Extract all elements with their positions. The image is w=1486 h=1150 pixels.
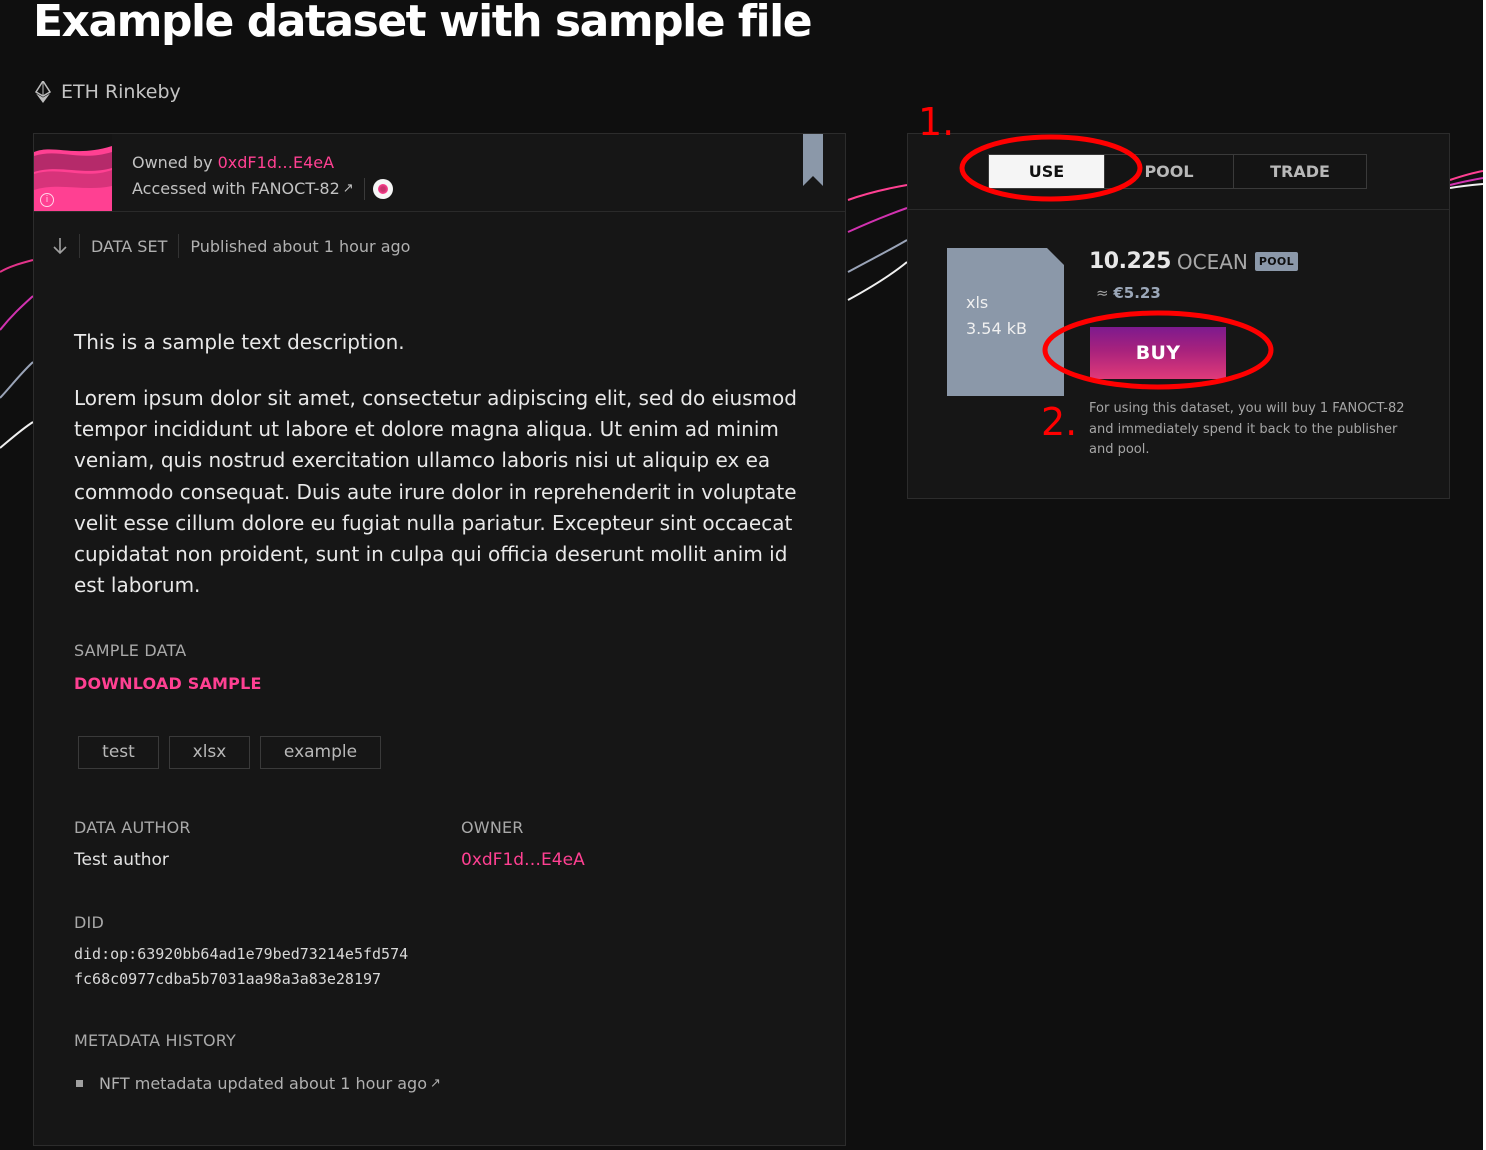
tab-trade[interactable]: TRADE bbox=[1233, 155, 1366, 188]
network-indicator: ETH Rinkeby bbox=[35, 81, 181, 103]
external-link-icon: ↗ bbox=[430, 1076, 441, 1091]
owner-label: OWNER bbox=[461, 818, 524, 837]
page: Example dataset with sample file ETH Rin… bbox=[0, 0, 1483, 1150]
accessed-with-label: Accessed with bbox=[132, 179, 246, 198]
fiat-value: €5.23 bbox=[1113, 284, 1161, 302]
arrow-down-icon bbox=[53, 238, 67, 255]
tab-bar: USE POOL TRADE bbox=[908, 134, 1449, 210]
tab-use[interactable]: USE bbox=[989, 155, 1104, 188]
owner-address-link[interactable]: 0xdF1d…E4eA bbox=[218, 153, 334, 172]
pool-badge: POOL bbox=[1254, 252, 1298, 271]
asset-meta: DATA SET Published about 1 hour ago bbox=[52, 234, 410, 258]
datatoken-link[interactable]: FANOCT-82 bbox=[251, 176, 340, 202]
annotation-step-1: 1. bbox=[918, 100, 955, 144]
owner-row: i Owned by 0xdF1d…E4eA Accessed with FAN… bbox=[34, 134, 845, 212]
bullet-icon bbox=[76, 1080, 83, 1087]
network-name: ETH Rinkeby bbox=[61, 81, 181, 103]
tab-pool[interactable]: POOL bbox=[1104, 155, 1233, 188]
external-link-icon: ↗ bbox=[342, 181, 354, 196]
asset-details-card: i Owned by 0xdF1d…E4eA Accessed with FAN… bbox=[33, 133, 846, 1146]
annotation-step-2: 2. bbox=[1041, 400, 1078, 444]
divider bbox=[178, 234, 180, 258]
file-info: xls 3.54 kB bbox=[966, 290, 1027, 342]
published-date: Published about 1 hour ago bbox=[190, 236, 411, 256]
consume-panel: USE POOL TRADE xls 3.54 kB 10.225 OCEAN … bbox=[907, 133, 1450, 499]
description-intro: This is a sample text description. bbox=[74, 330, 405, 354]
add-token-to-wallet-icon[interactable] bbox=[372, 179, 393, 199]
history-item-text: NFT metadata updated about 1 hour ago bbox=[99, 1074, 427, 1093]
price: 10.225 OCEAN POOL bbox=[1089, 249, 1298, 274]
tabs: USE POOL TRADE bbox=[988, 154, 1367, 189]
tag-xlsx[interactable]: xlsx bbox=[169, 736, 250, 769]
info-icon[interactable]: i bbox=[40, 193, 54, 207]
page-title: Example dataset with sample file bbox=[33, 0, 813, 47]
did-label: DID bbox=[74, 913, 104, 932]
owner-info: Owned by 0xdF1d…E4eA Accessed with FANOC… bbox=[132, 150, 393, 202]
did-line-2: fc68c0977cdba5b7031aa98a3a83e28197 bbox=[74, 970, 382, 988]
metadata-history-label: METADATA HISTORY bbox=[74, 1031, 237, 1050]
description-body: Lorem ipsum dolor sit amet, consectetur … bbox=[74, 386, 797, 598]
asset-type: DATA SET bbox=[91, 236, 168, 256]
divider bbox=[79, 234, 80, 258]
price-value: 10.225 bbox=[1089, 249, 1171, 274]
owner-value-link[interactable]: 0xdF1d…E4eA bbox=[461, 850, 585, 870]
history-item[interactable]: NFT metadata updated about 1 hour ago ↗ bbox=[74, 1074, 451, 1093]
download-sample-link[interactable]: DOWNLOAD SAMPLE bbox=[74, 674, 262, 693]
ethereum-icon bbox=[35, 81, 51, 103]
bookmark-icon[interactable] bbox=[803, 134, 823, 186]
buy-help-text: For using this dataset, you will buy 1 F… bbox=[1089, 401, 1405, 457]
divider bbox=[363, 178, 365, 200]
did-line-1: did:op:63920bb64ad1e79bed73214e5fd574 bbox=[74, 945, 409, 963]
file-size: 3.54 kB bbox=[966, 319, 1027, 338]
nft-image[interactable]: i bbox=[34, 134, 112, 211]
tag-list: test xlsx example bbox=[78, 736, 381, 769]
file-type: xls bbox=[966, 293, 989, 312]
fiat-price: ≈ €5.23 bbox=[1096, 284, 1161, 302]
data-author-label: DATA AUTHOR bbox=[74, 818, 191, 837]
tag-test[interactable]: test bbox=[78, 736, 159, 769]
price-symbol: OCEAN bbox=[1176, 249, 1248, 274]
sample-data-label: SAMPLE DATA bbox=[74, 641, 187, 660]
fiat-prefix: ≈ bbox=[1096, 284, 1109, 302]
owned-by-label: Owned by bbox=[132, 153, 213, 172]
did-value: did:op:63920bb64ad1e79bed73214e5fd574 fc… bbox=[74, 942, 408, 992]
data-author-value: Test author bbox=[74, 850, 169, 870]
buy-button[interactable]: BUY bbox=[1090, 327, 1226, 379]
tag-example[interactable]: example bbox=[260, 736, 381, 769]
